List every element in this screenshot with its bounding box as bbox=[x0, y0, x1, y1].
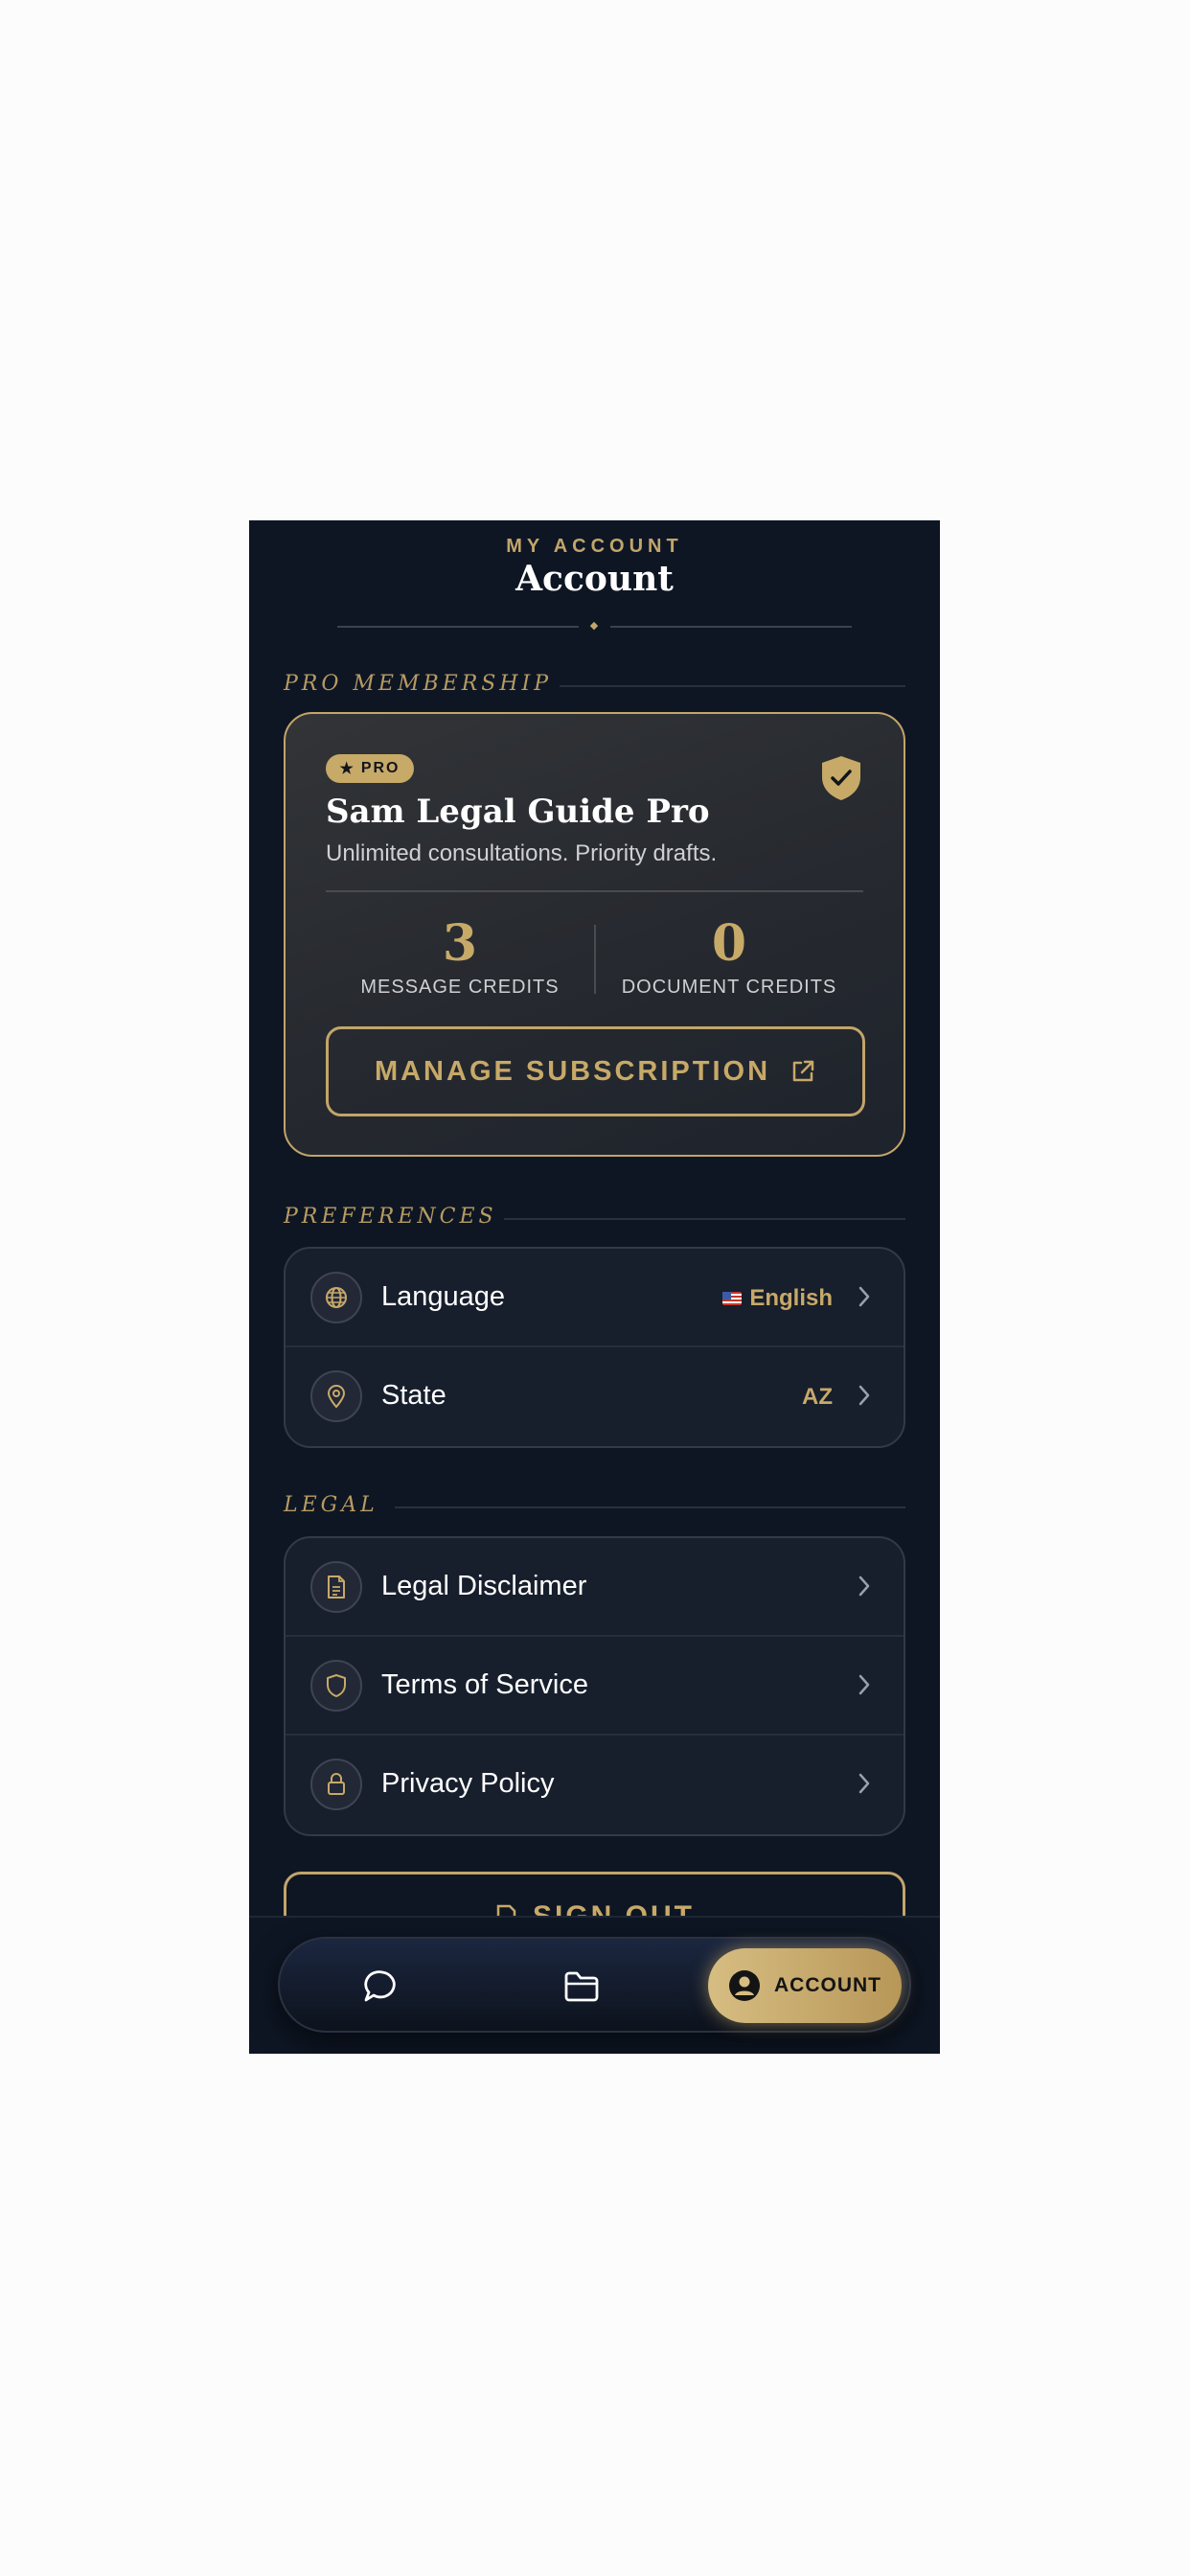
language-label: Language bbox=[381, 1281, 506, 1312]
page-title: Account bbox=[515, 559, 674, 599]
privacy-policy-label: Privacy Policy bbox=[381, 1768, 555, 1799]
section-divider bbox=[395, 1506, 905, 1508]
star-icon: ★ bbox=[339, 761, 355, 777]
lock-icon bbox=[310, 1759, 362, 1810]
globe-icon bbox=[310, 1272, 362, 1323]
privacy-policy-row[interactable]: Privacy Policy bbox=[286, 1736, 904, 1834]
legal-list: Legal Disclaimer Terms of Service Privac… bbox=[284, 1536, 905, 1836]
chevron-right-icon bbox=[858, 1773, 870, 1794]
account-screen: MY ACCOUNT Account ◆ PRO MEMBERSHIP ★ PR… bbox=[249, 520, 940, 2054]
message-credits-label: MESSAGE CREDITS bbox=[360, 977, 560, 998]
legal-disclaimer-row[interactable]: Legal Disclaimer bbox=[286, 1538, 904, 1637]
title-divider-left bbox=[337, 626, 579, 628]
document-credits-value: 0 bbox=[711, 914, 747, 973]
chevron-right-icon bbox=[858, 1674, 870, 1695]
chevron-right-icon bbox=[858, 1576, 870, 1597]
section-label-preferences: PREFERENCES bbox=[284, 1205, 497, 1229]
pro-badge-label: PRO bbox=[360, 760, 400, 776]
nav-account-label: ACCOUNT bbox=[774, 1974, 881, 1996]
section-divider bbox=[504, 1218, 905, 1220]
pro-badge: ★ PRO bbox=[326, 754, 414, 783]
state-value: AZ bbox=[802, 1384, 833, 1410]
page-eyebrow: MY ACCOUNT bbox=[506, 536, 683, 557]
title-divider-right bbox=[610, 626, 852, 628]
document-icon bbox=[310, 1561, 362, 1613]
message-credits-value: 3 bbox=[442, 914, 478, 973]
nav-account-button[interactable]: ACCOUNT bbox=[708, 1948, 902, 2023]
state-label: State bbox=[381, 1380, 446, 1411]
preferences-list: Language English State AZ bbox=[284, 1247, 905, 1448]
language-row[interactable]: Language English bbox=[286, 1249, 904, 1347]
terms-of-service-row[interactable]: Terms of Service bbox=[286, 1637, 904, 1736]
diamond-icon: ◆ bbox=[589, 620, 599, 632]
language-value-text: English bbox=[749, 1285, 833, 1311]
plan-description: Unlimited consultations. Priority drafts… bbox=[326, 840, 718, 866]
chevron-right-icon bbox=[858, 1286, 870, 1307]
document-credits-label: DOCUMENT CREDITS bbox=[621, 977, 837, 998]
shield-icon bbox=[310, 1660, 362, 1712]
state-row[interactable]: State AZ bbox=[286, 1347, 904, 1446]
card-divider bbox=[326, 890, 863, 892]
document-credits: 0 DOCUMENT CREDITS bbox=[595, 915, 863, 999]
folder-icon bbox=[564, 1971, 599, 2002]
manage-subscription-button[interactable]: MANAGE SUBSCRIPTION bbox=[326, 1026, 865, 1116]
section-label-membership: PRO MEMBERSHIP bbox=[284, 672, 553, 696]
section-label-legal: LEGAL bbox=[284, 1493, 378, 1517]
bottom-nav-area: ACCOUNT bbox=[249, 1916, 940, 2054]
nav-documents-button[interactable] bbox=[538, 1939, 625, 2035]
map-pin-icon bbox=[310, 1370, 362, 1422]
shield-check-icon bbox=[822, 756, 860, 800]
language-value: English bbox=[722, 1285, 833, 1312]
pro-membership-card: ★ PRO Sam Legal Guide Pro Unlimited cons… bbox=[284, 712, 905, 1157]
terms-of-service-label: Terms of Service bbox=[381, 1669, 588, 1700]
bottom-nav: ACCOUNT bbox=[278, 1937, 911, 2033]
plan-name: Sam Legal Guide Pro bbox=[326, 793, 710, 831]
us-flag-icon bbox=[722, 1292, 743, 1305]
external-link-icon bbox=[792, 1060, 814, 1082]
manage-subscription-label: MANAGE SUBSCRIPTION bbox=[374, 1055, 771, 1087]
message-credits: 3 MESSAGE CREDITS bbox=[326, 915, 594, 999]
chevron-right-icon bbox=[858, 1385, 870, 1406]
chat-icon bbox=[364, 1970, 396, 2002]
user-circle-icon bbox=[729, 1970, 760, 2001]
section-divider bbox=[560, 685, 905, 687]
nav-chat-button[interactable] bbox=[337, 1939, 423, 2035]
legal-disclaimer-label: Legal Disclaimer bbox=[381, 1571, 587, 1601]
